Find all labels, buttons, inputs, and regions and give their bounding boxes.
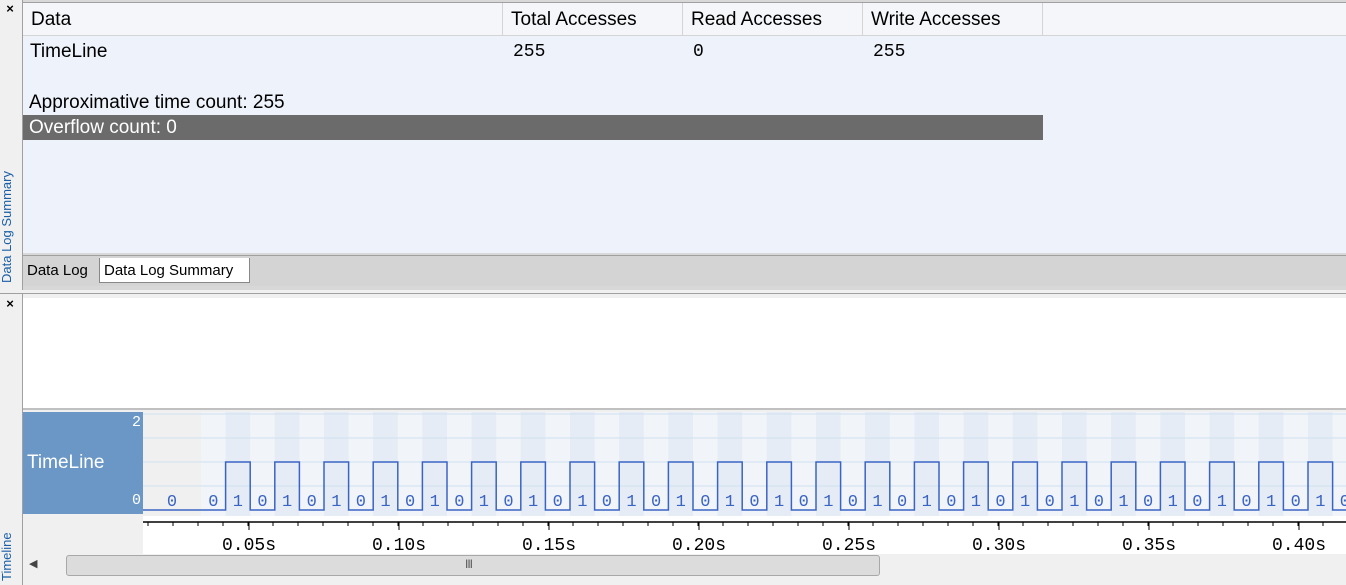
signal-value-label: 1 xyxy=(872,493,882,512)
cell-data: TimeLine xyxy=(30,41,108,62)
signal-value-label: 1 xyxy=(1168,493,1178,512)
signal-value-label: 1 xyxy=(282,493,292,512)
axis-tick-label: 0.05s xyxy=(222,536,276,554)
signal-value-label: 0 xyxy=(848,493,858,512)
axis-tick-label: 0.15s xyxy=(522,536,576,554)
signal-value-label: 1 xyxy=(626,493,636,512)
axis-tick-label: 0.35s xyxy=(1122,536,1176,554)
signal-value-label: 1 xyxy=(1118,493,1128,512)
cell-write: 255 xyxy=(873,42,906,62)
signal-value-label: 0 xyxy=(1340,493,1346,512)
signal-value-label: 1 xyxy=(725,493,735,512)
signal-value-label: 1 xyxy=(331,493,341,512)
signal-value-label: 0 xyxy=(307,493,317,512)
arrow-left-icon[interactable]: ◀ xyxy=(29,557,37,570)
axis-tick-label: 0.40s xyxy=(1272,536,1326,554)
scroll-thumb[interactable]: III xyxy=(66,555,880,576)
signal-value-label: 0 xyxy=(1291,493,1301,512)
signal-value-label: 0 xyxy=(700,493,710,512)
timeline-empty-area xyxy=(23,298,1346,410)
signal-value-label: 1 xyxy=(1315,493,1325,512)
column-header-data[interactable]: Data xyxy=(23,3,503,36)
cell-read: 0 xyxy=(693,42,704,62)
cell-total: 255 xyxy=(513,42,546,62)
overflow-count[interactable]: Overflow count: 0 xyxy=(23,115,1043,140)
approx-time-count: Approximative time count: 255 xyxy=(29,92,285,113)
time-axis: 0.05s 0.10s 0.15s 0.20s 0.25s 0.30s 0.35s 0.40s xyxy=(143,516,1346,554)
scroll-grip: III xyxy=(465,557,473,571)
signal-value-label: 1 xyxy=(528,493,538,512)
signal-value-label: 0 xyxy=(897,493,907,512)
signal-value-label: 0 xyxy=(167,493,177,512)
signal-value-label: 0 xyxy=(356,493,366,512)
tab-bar: Data Log Data Log Summary xyxy=(23,255,1346,286)
column-header-read-accesses[interactable]: Read Accesses xyxy=(683,3,863,36)
horizontal-scrollbar[interactable]: ◀ III xyxy=(23,554,1346,578)
y-min-label: 0 xyxy=(131,492,141,509)
signal-value-label: 0 xyxy=(257,493,267,512)
signal-value-label: 0 xyxy=(1045,493,1055,512)
signal-value-label: 1 xyxy=(922,493,932,512)
signal-value-label: 0 xyxy=(651,493,661,512)
signal-value-label: 1 xyxy=(1266,493,1276,512)
tab-data-log-summary[interactable]: Data Log Summary xyxy=(99,258,250,283)
summary-side-strip: × Data Log Summary xyxy=(0,0,23,290)
axis-tick-label: 0.30s xyxy=(972,536,1026,554)
signal-value-label: 1 xyxy=(479,493,489,512)
axis-tick-label: 0.25s xyxy=(822,536,876,554)
signal-value-label: 1 xyxy=(823,493,833,512)
timeline-side-title: Timeline xyxy=(0,532,14,581)
summary-table: Data Total Accesses Read Accesses Write … xyxy=(23,2,1346,253)
signal-value-label: 0 xyxy=(1241,493,1251,512)
signal-value-label: 0 xyxy=(995,493,1005,512)
signal-value-label: 1 xyxy=(971,493,981,512)
signal-value-label: 0 xyxy=(1094,493,1104,512)
signal-value-label: 1 xyxy=(577,493,587,512)
signal-value-label: 0 xyxy=(405,493,415,512)
track-label[interactable]: 2 TimeLine 0 xyxy=(23,412,143,514)
signal-value-label: 0 xyxy=(553,493,563,512)
signal-value-label: 1 xyxy=(676,493,686,512)
track-name: TimeLine xyxy=(27,452,105,473)
signal-value-label: 1 xyxy=(1069,493,1079,512)
signal-value-label: 0 xyxy=(454,493,464,512)
signal-value-label: 0 xyxy=(1192,493,1202,512)
signal-value-label: 1 xyxy=(233,493,243,512)
y-max-label: 2 xyxy=(131,414,141,431)
close-icon[interactable]: × xyxy=(2,2,18,16)
signal-value-label: 1 xyxy=(380,493,390,512)
signal-value-label: 0 xyxy=(1143,493,1153,512)
axis-tick-label: 0.20s xyxy=(672,536,726,554)
signal-value-label: 0 xyxy=(946,493,956,512)
signal-track: 0010101010101010101010101010101010101010… xyxy=(143,412,1346,516)
column-header-filler xyxy=(1043,3,1346,36)
close-icon[interactable]: × xyxy=(2,297,18,311)
axis-tick-label: 0.10s xyxy=(372,536,426,554)
signal-value-label: 0 xyxy=(749,493,759,512)
summary-side-title: Data Log Summary xyxy=(0,171,14,283)
signal-value-label: 1 xyxy=(1020,493,1030,512)
signal-value-label: 0 xyxy=(602,493,612,512)
timeline-side-strip: × Timeline xyxy=(0,294,23,585)
signal-value-label: 1 xyxy=(430,493,440,512)
column-header-total-accesses[interactable]: Total Accesses xyxy=(503,3,683,36)
signal-value-label: 0 xyxy=(208,493,218,512)
signal-value-label: 1 xyxy=(1217,493,1227,512)
signal-value-label: 0 xyxy=(503,493,513,512)
tab-data-log[interactable]: Data Log xyxy=(23,258,98,283)
signal-value-label: 1 xyxy=(774,493,784,512)
signal-value-label: 0 xyxy=(799,493,809,512)
column-header-write-accesses[interactable]: Write Accesses xyxy=(863,3,1043,36)
